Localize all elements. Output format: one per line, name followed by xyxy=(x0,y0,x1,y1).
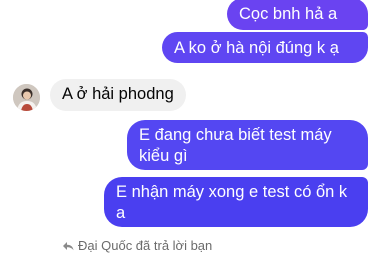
message-text: Cọc bnh hả a xyxy=(239,5,338,23)
avatar-photo-icon xyxy=(13,84,40,111)
incoming-message-bubble[interactable]: A ở hải phodng xyxy=(50,79,186,111)
reply-arrow-icon xyxy=(63,241,74,250)
message-text: A ko ở hà nội đúng k ạ xyxy=(174,39,339,57)
outgoing-message-bubble[interactable]: A ko ở hà nội đúng k ạ xyxy=(162,32,368,63)
chat-thread: Cọc bnh hả a A ko ở hà nội đúng k ạ A ở … xyxy=(0,0,374,257)
message-text: A ở hải phodng xyxy=(62,85,174,103)
message-text: E nhận máy xong e test có ổn k a xyxy=(116,183,348,222)
outgoing-message-bubble[interactable]: E đang chưa biết test máy kiểu gì xyxy=(127,120,368,170)
reply-indicator: Đại Quốc đã trả lời bạn xyxy=(62,238,212,253)
sender-avatar[interactable] xyxy=(13,84,40,111)
reply-indicator-text: Đại Quốc đã trả lời bạn xyxy=(78,238,213,253)
outgoing-message-bubble[interactable]: E nhận máy xong e test có ổn k a xyxy=(104,177,368,227)
outgoing-message-bubble[interactable]: Cọc bnh hả a xyxy=(227,0,368,30)
message-text: E đang chưa biết test máy kiểu gì xyxy=(139,126,332,165)
